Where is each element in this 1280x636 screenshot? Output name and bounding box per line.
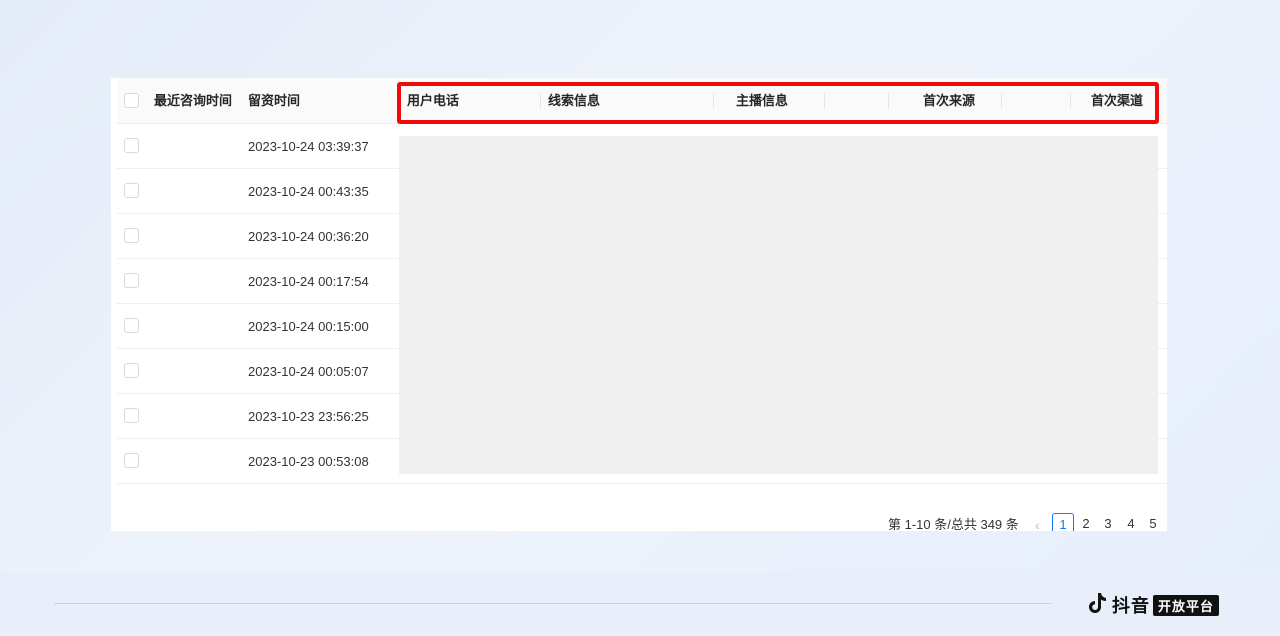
douyin-open-platform-logo: 抖音 开放平台 (1087, 591, 1220, 620)
page-button-4[interactable]: 4 (1120, 513, 1142, 531)
submit-time-cell: 2023-10-23 23:56:25 (248, 409, 369, 424)
submit-time-cell: 2023-10-23 00:53:08 (248, 454, 369, 469)
column-header-recent-consult-time[interactable]: 最近咨询时间 (154, 78, 232, 124)
row-checkbox[interactable] (124, 363, 139, 378)
page-button-3[interactable]: 3 (1097, 513, 1119, 531)
leads-table-panel: 最近咨询时间 留资时间 用户电话 线索信息 主播信息 首次来源 首次渠道 202… (111, 78, 1167, 531)
brand-name: 抖音 (1112, 596, 1150, 616)
select-all-checkbox[interactable] (124, 93, 139, 108)
brand-badge: 开放平台 (1153, 594, 1220, 616)
page-button-1[interactable]: 1 (1052, 513, 1074, 531)
submit-time-cell: 2023-10-24 00:36:20 (248, 229, 369, 244)
pagination-summary: 第 1-10 条/总共 349 条 (888, 517, 1019, 531)
row-checkbox[interactable] (124, 273, 139, 288)
submit-time-cell: 2023-10-24 00:05:07 (248, 364, 369, 379)
row-checkbox[interactable] (124, 318, 139, 333)
row-checkbox[interactable] (124, 138, 139, 153)
footer-divider (54, 603, 1052, 604)
page-button-2[interactable]: 2 (1075, 513, 1097, 531)
submit-time-cell: 2023-10-24 03:39:37 (248, 139, 369, 154)
highlight-box (397, 82, 1159, 124)
submit-time-cell: 2023-10-24 00:43:35 (248, 184, 369, 199)
chevron-left-icon[interactable]: ‹ (1035, 514, 1040, 531)
row-checkbox[interactable] (124, 228, 139, 243)
douyin-note-icon (1087, 591, 1109, 620)
column-header-submit-time[interactable]: 留资时间 (248, 78, 300, 124)
row-checkbox[interactable] (124, 453, 139, 468)
submit-time-cell: 2023-10-24 00:15:00 (248, 319, 369, 334)
redacted-data-area (399, 136, 1158, 474)
row-checkbox[interactable] (124, 183, 139, 198)
page-button-5[interactable]: 5 (1142, 513, 1164, 531)
submit-time-cell: 2023-10-24 00:17:54 (248, 274, 369, 289)
row-checkbox[interactable] (124, 408, 139, 423)
